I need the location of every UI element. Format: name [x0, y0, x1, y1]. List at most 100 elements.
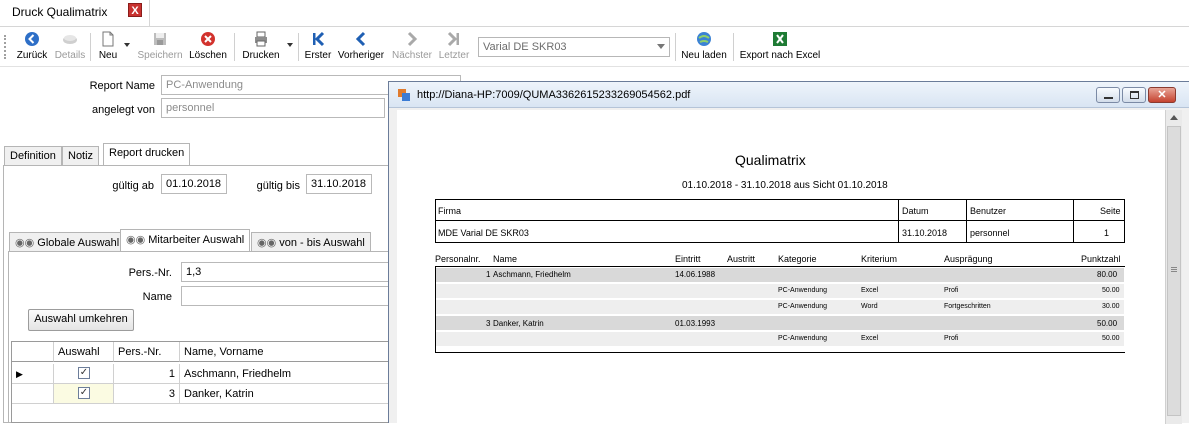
back-button[interactable]: Zurück [14, 31, 50, 65]
print-dropdown-icon[interactable] [287, 43, 293, 47]
grid-header-persnr[interactable]: Pers.-Nr. [114, 342, 180, 362]
valid-from-label: gültig ab [112, 180, 154, 192]
toolbar: Zurück Details Neu Speichern Löschen Dru… [0, 27, 1189, 67]
header-benutzer-value: personnel [970, 228, 1010, 238]
subtab-global[interactable]: ◉◉ Globale Auswahl [9, 232, 126, 252]
save-button[interactable]: Speichern [137, 31, 183, 65]
row-indicator [12, 384, 54, 404]
binoculars-icon: ◉◉ [257, 237, 277, 249]
export-excel-button[interactable]: Export nach Excel [738, 31, 822, 65]
reload-button[interactable]: Neu laden [679, 31, 729, 65]
details-icon [63, 35, 77, 44]
row-punkte: 80.00 [1097, 270, 1118, 279]
col-austritt: Austritt [727, 254, 756, 264]
window-close-button[interactable]: ✕ [1148, 87, 1176, 103]
header-datum-value: 31.10.2018 [902, 228, 948, 238]
name-cell[interactable]: Aschmann, Friedhelm [180, 364, 390, 384]
floppy-disk-icon [154, 33, 166, 45]
row-eintritt: 01.03.1993 [675, 319, 716, 328]
row-punkte: 50.00 [1097, 319, 1118, 328]
scroll-up-icon[interactable] [1170, 115, 1178, 120]
maximize-button[interactable] [1122, 87, 1146, 103]
grid-header-auswahl[interactable]: Auswahl [54, 342, 114, 362]
valid-to-label: gültig bis [256, 180, 300, 192]
close-icon: ✕ [1157, 89, 1167, 101]
back-arrow-icon [25, 32, 39, 46]
row-auspraegung: Profi [944, 287, 959, 294]
first-button[interactable]: Erster [303, 31, 333, 65]
persnr-field[interactable]: 1,3 [181, 262, 389, 282]
row-persnr: 1 [486, 270, 491, 279]
chevron-down-icon[interactable] [657, 44, 665, 49]
valid-to-field[interactable]: 31.10.2018 [306, 174, 372, 194]
name-field[interactable] [181, 286, 389, 306]
pdf-page[interactable]: Qualimatrix 01.10.2018 - 31.10.2018 aus … [397, 110, 1165, 424]
header-seite-value: 1 [1104, 228, 1110, 238]
persnr-cell[interactable]: 3 [114, 384, 180, 404]
tab-definition[interactable]: Definition [4, 146, 62, 166]
valid-from-field[interactable]: 01.10.2018 [161, 174, 227, 194]
printer-icon [255, 31, 267, 47]
previous-button[interactable]: Vorheriger [337, 31, 385, 65]
scroll-thumb[interactable] [1167, 126, 1181, 416]
col-punktzahl: Punktzahl [1081, 254, 1121, 264]
col-kriterium: Kriterium [861, 254, 898, 264]
scroll-grip-icon [1171, 267, 1177, 268]
window-app-icon [398, 89, 410, 101]
pdf-window-title: http://Diana-HP:7009/QUMA336261523326905… [417, 89, 691, 101]
report-title: Qualimatrix [735, 152, 806, 168]
toolbar-grip[interactable] [4, 35, 6, 59]
subtab-employees[interactable]: ◉◉ Mitarbeiter Auswahl [120, 229, 251, 251]
row-punkte: 50.00 [1102, 335, 1120, 342]
details-button[interactable]: Details [54, 31, 86, 65]
row-name: Aschmann, Friedhelm [493, 270, 571, 279]
row-kriterium: Excel [861, 287, 879, 294]
pdf-vertical-scrollbar[interactable] [1165, 110, 1182, 424]
close-tab-icon[interactable]: X [128, 3, 142, 17]
invert-selection-button[interactable]: Auswahl umkehren [28, 309, 134, 331]
grid-header-name[interactable]: Name, Vorname [180, 342, 390, 362]
header-col-line [1073, 200, 1074, 242]
row-kategorie: PC-Anwendung [778, 287, 828, 294]
persnr-cell[interactable]: 1 [114, 364, 180, 384]
new-document-icon [102, 31, 114, 47]
delete-button[interactable]: Löschen [188, 31, 228, 65]
print-button[interactable]: Drucken [240, 31, 282, 65]
toolbar-separator [675, 33, 676, 61]
row-kategorie: PC-Anwendung [778, 335, 828, 342]
toolbar-separator [90, 33, 91, 61]
col-name: Name [493, 254, 518, 264]
selected-cell[interactable]: ✓ [54, 364, 114, 384]
row-punkte: 30.00 [1102, 303, 1120, 310]
company-select[interactable]: Varial DE SKR03 [478, 37, 670, 57]
last-button[interactable]: Letzter [437, 31, 471, 65]
new-button[interactable]: Neu [95, 31, 121, 65]
checkbox-checked-icon[interactable]: ✓ [78, 387, 90, 399]
toolbar-separator [298, 33, 299, 61]
selected-cell[interactable]: ✓ [54, 384, 114, 404]
row-auspraegung: Profi [944, 335, 959, 342]
report-name-label: Report Name [89, 80, 155, 92]
name-cell[interactable]: Danker, Katrin [180, 384, 390, 404]
next-button[interactable]: Nächster [391, 31, 433, 65]
pdf-window-titlebar[interactable]: http://Diana-HP:7009/QUMA336261523326905… [389, 82, 1189, 108]
col-eintritt: Eintritt [675, 254, 701, 264]
excel-icon [773, 32, 787, 46]
row-kriterium: Excel [861, 335, 879, 342]
new-dropdown-icon[interactable] [124, 43, 130, 47]
tab-report-drucken[interactable]: Report drucken [103, 143, 191, 165]
subtab-range[interactable]: ◉◉ von - bis Auswahl [251, 232, 371, 252]
toolbar-separator [234, 33, 235, 61]
document-tab[interactable]: Druck Qualimatrix X [0, 0, 150, 26]
previous-record-icon [355, 31, 366, 47]
tab-notiz[interactable]: Notiz [62, 146, 100, 166]
employee-grid: Auswahl Pers.-Nr. Name, Vorname ▶ ✓ 1 As… [11, 341, 390, 423]
minimize-button[interactable] [1096, 87, 1120, 103]
row-kategorie: PC-Anwendung [778, 303, 828, 310]
row-persnr: 3 [486, 319, 491, 328]
name-label: Name [142, 291, 172, 303]
header-line [436, 220, 1124, 221]
header-firma-value: MDE Varial DE SKR03 [438, 228, 529, 238]
created-by-field[interactable]: personnel [161, 98, 385, 118]
checkbox-checked-icon[interactable]: ✓ [78, 367, 90, 379]
